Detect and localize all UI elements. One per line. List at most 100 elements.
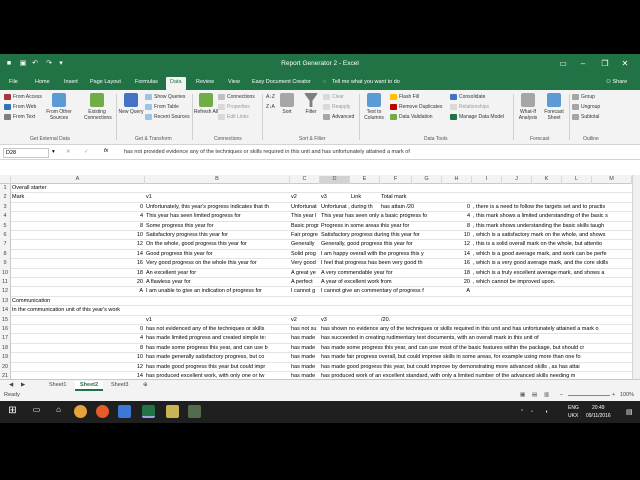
app-taskbar-icon[interactable] (188, 405, 201, 418)
app-taskbar-icon[interactable] (166, 405, 179, 418)
cell-b[interactable]: has made some progress this year, and ca… (145, 344, 290, 353)
cell-a[interactable]: 14 (11, 250, 145, 259)
flash-fill-button[interactable]: Flash Fill (390, 94, 419, 100)
cell-d[interactable]: has succeeded in creating rudimentary te… (320, 334, 632, 343)
formula-input[interactable]: has not provided evidence any of the tec… (124, 149, 410, 155)
cell-b[interactable]: Very good progress on the whole this yea… (145, 259, 290, 268)
row-header[interactable]: 2 (0, 193, 11, 203)
tab-review[interactable]: Review (196, 79, 214, 85)
cell-d[interactable]: has made good progress this year, but co… (320, 363, 632, 372)
row-header[interactable]: 18 (0, 343, 11, 354)
cell-f[interactable]: has attain /20 (380, 203, 442, 212)
column-header[interactable]: A (11, 176, 145, 184)
cell-d[interactable]: This year has seen only a basic progress… (320, 212, 440, 221)
cell-d[interactable]: Satisfactory progress during this year f… (320, 231, 440, 240)
data-validation-button[interactable]: Data Validation (390, 114, 433, 120)
cell-c[interactable]: A perfect (290, 278, 320, 287)
cell-f[interactable]: /20. (380, 316, 442, 325)
cell-a[interactable]: 20 (11, 278, 145, 287)
column-header[interactable]: M (592, 176, 632, 184)
cell-c[interactable]: Unfortunat (290, 203, 320, 212)
zoom-out-icon[interactable]: – (560, 392, 563, 398)
what-if-analysis-button[interactable]: What-If Analysis (515, 93, 541, 121)
cell-i[interactable]: , which cannot be improved upon. (472, 278, 632, 287)
sort-button[interactable]: Sort (274, 93, 300, 115)
cell-h[interactable]: 16 (442, 259, 472, 268)
cell-c[interactable]: A great ye (290, 269, 320, 278)
subtotal-button[interactable]: Subtotal (572, 114, 599, 120)
excel-taskbar-icon[interactable] (142, 405, 155, 418)
cell-c[interactable]: v2 (290, 316, 320, 325)
cell-d[interactable]: has made some progress this year, and ca… (320, 344, 632, 353)
notifications-icon[interactable]: ▤ (626, 408, 633, 416)
firefox-icon[interactable] (96, 405, 109, 418)
cell-b[interactable]: A flawless year for (145, 278, 290, 287)
remove-duplicates-button[interactable]: Remove Duplicates (390, 104, 442, 110)
cell-a[interactable]: In the communication unit of this year's… (11, 306, 145, 315)
refresh-all-button[interactable]: Refresh All (193, 93, 219, 115)
existing-connections-button[interactable]: Existing Connections (84, 93, 112, 121)
from-table-button[interactable]: From Table (145, 104, 179, 110)
cell-a[interactable]: 18 (11, 269, 145, 278)
cell-h[interactable]: 10 (442, 231, 472, 240)
cell-a[interactable]: 10 (11, 231, 145, 240)
edit-links-button[interactable]: Edit Links (218, 114, 249, 120)
relationships-button[interactable]: Relationships (450, 104, 489, 110)
cell-b[interactable]: v1 (145, 193, 290, 202)
cancel-icon[interactable]: ✕ (66, 149, 71, 155)
cell-i[interactable]: , this mark shows understanding the basi… (472, 222, 632, 231)
name-box[interactable]: D28 (3, 148, 49, 158)
column-header[interactable]: I (472, 176, 502, 184)
cell-a[interactable]: 4 (11, 212, 145, 221)
cell-b[interactable]: On the whole, good progress this year fo… (145, 240, 290, 249)
cell-c[interactable]: Very good (290, 259, 320, 268)
ungroup-button[interactable]: Ungroup (572, 104, 600, 110)
cell-d[interactable]: Progress in some areas this year for (320, 222, 440, 231)
row-header[interactable]: 3 (0, 202, 11, 213)
cell-b[interactable]: An excellent year for (145, 269, 290, 278)
from-other-sources-button[interactable]: From Other Sources (46, 93, 72, 121)
row-header[interactable]: 16 (0, 325, 11, 335)
cell-i[interactable]: , which is a good average mark, and work… (472, 250, 632, 259)
cell-d[interactable]: I am happy overall with the progress thi… (320, 250, 440, 259)
row-header[interactable]: 8 (0, 249, 11, 260)
language-indicator[interactable]: ENG (568, 405, 579, 411)
cell-a[interactable]: 8 (11, 222, 145, 231)
ribbon-display-icon[interactable]: ▭ (556, 58, 570, 70)
tab-home[interactable]: Home (35, 79, 50, 85)
cell-d[interactable]: Unfortunat , during th (320, 203, 380, 212)
page-layout-view-icon[interactable]: ▤ (532, 392, 537, 398)
row-header[interactable]: 5 (0, 221, 11, 231)
cell-d[interactable]: has shown no evidence any of the techniq… (320, 325, 632, 334)
tab-data[interactable]: Data (166, 77, 186, 90)
insert-function-icon[interactable]: fx (104, 148, 108, 154)
cell-d[interactable]: I feel that progress has been very good … (320, 259, 440, 268)
column-header[interactable]: K (532, 176, 562, 184)
column-header[interactable]: G (412, 176, 442, 184)
cell-c[interactable]: v2 (290, 193, 320, 202)
cell-h[interactable]: 0 (442, 203, 472, 212)
cell-a[interactable]: Mark (11, 193, 145, 202)
column-header[interactable]: H (442, 176, 472, 184)
cell-c[interactable]: This year l (290, 212, 320, 221)
cell-h[interactable]: 8 (442, 222, 472, 231)
cell-a[interactable]: 8 (11, 344, 145, 353)
cell-a[interactable]: 4 (11, 334, 145, 343)
cell-i[interactable]: , this mark shows a limited understandin… (472, 212, 632, 221)
row-header[interactable]: 7 (0, 240, 11, 250)
cell-h[interactable]: A (442, 287, 472, 296)
row-header[interactable]: 4 (0, 212, 11, 222)
cell-c[interactable]: has made (290, 334, 320, 343)
from-access-button[interactable]: From Access (4, 94, 42, 100)
cell-a[interactable]: 12 (11, 363, 145, 372)
row-header[interactable]: 14 (0, 306, 11, 316)
cell-i[interactable]: , there is a need to follow the targets … (472, 203, 632, 212)
tab-formulas[interactable]: Formulas (135, 79, 158, 85)
row-header[interactable]: 13 (0, 296, 11, 307)
sheet-tab-sheet3[interactable]: Sheet3 (106, 381, 133, 391)
row-header[interactable]: 11 (0, 278, 11, 288)
cell-c[interactable]: Basic progr (290, 222, 320, 231)
cell-h[interactable]: 14 (442, 250, 472, 259)
cell-d[interactable]: v3 (320, 316, 380, 325)
zoom-in-icon[interactable]: + (612, 392, 615, 398)
